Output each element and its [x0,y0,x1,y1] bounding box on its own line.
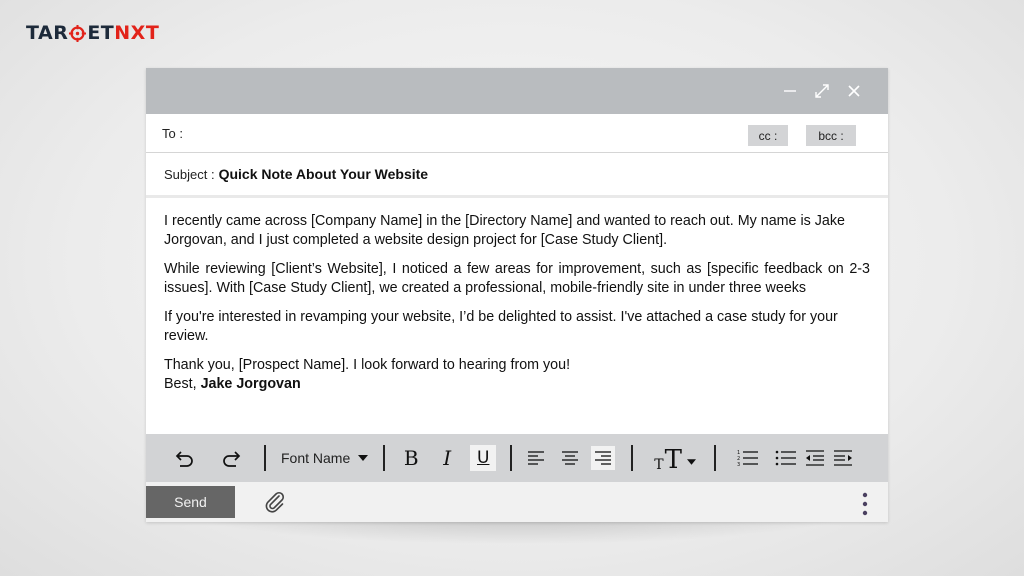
font-name-label: Font Name [281,450,351,466]
more-options-button[interactable] [862,492,868,516]
send-bar: Send [146,482,888,522]
align-center-button[interactable] [561,443,579,473]
body-paragraph-2: While reviewing [Client’s Website], I no… [164,261,870,296]
body-paragraph-1: I recently came across [Company Name] in… [164,213,845,248]
logo-text-part2: ET [87,22,115,44]
italic-button[interactable]: I [434,445,460,471]
minimize-icon [784,90,796,92]
send-button[interactable]: Send [146,486,235,518]
numbered-list-icon: 1 2 3 [737,450,758,467]
logo-text-part3: NXT [114,22,160,44]
caret-down-icon [686,459,696,465]
underline-button[interactable]: U [470,445,497,471]
toolbar-separator [631,445,634,471]
message-body[interactable]: I recently came across [Company Name] in… [146,198,888,444]
indent-increase-button[interactable] [833,443,853,473]
undo-icon [175,451,193,467]
align-right-icon [595,451,612,465]
email-compose-window: To : cc : bcc : Subject : Quick Note Abo… [146,68,888,522]
redo-icon [223,451,241,467]
align-center-icon [562,451,579,465]
signature: Jake Jorgovan [200,375,301,392]
body-paragraph-4: Thank you, [Prospect Name]. I look forwa… [164,357,571,373]
align-left-button[interactable] [527,443,545,473]
close-icon [848,85,860,97]
toolbar-separator [713,445,716,471]
paperclip-icon [265,491,285,513]
bulleted-list-icon [775,450,796,466]
subject-row[interactable]: Subject : Quick Note About Your Website [146,153,888,198]
more-vertical-icon [862,492,868,516]
text-size-icon-large: T [664,445,682,475]
body-paragraph-3: If you're interested in revamping your w… [164,309,838,344]
close-button[interactable] [844,81,864,101]
to-row[interactable]: To : cc : bcc : [146,114,888,153]
title-bar [146,68,888,114]
indent-increase-icon [833,450,852,466]
subject-value[interactable]: Quick Note About Your Website [219,166,429,182]
bulleted-list-button[interactable] [775,443,797,473]
indent-decrease-button[interactable] [805,443,825,473]
body-closing-line: Best, Jake Jorgovan [164,375,870,394]
cc-button[interactable]: cc : [748,125,788,146]
text-size-icon: T [654,457,664,473]
numbered-list-button[interactable]: 1 2 3 [737,443,759,473]
formatting-toolbar: Font Name B I U T T 1 2 3 [146,434,888,482]
closing-text: Best, [164,375,201,392]
text-size-button[interactable]: T T [654,443,696,473]
to-label: To : [162,125,183,141]
svg-text:3: 3 [737,462,740,467]
subject-label: Subject : [164,166,215,182]
logo-text-part1: TAR [26,22,69,44]
minimize-button[interactable] [780,81,800,101]
expand-icon [815,84,829,98]
maximize-button[interactable] [812,81,832,101]
attach-button[interactable] [263,490,287,514]
font-name-dropdown[interactable]: Font Name [281,450,369,466]
toolbar-separator [264,445,266,471]
redo-button[interactable] [220,443,244,473]
target-icon [69,24,87,42]
indent-decrease-icon [805,450,824,466]
bold-button[interactable]: B [398,445,424,471]
align-left-icon [528,451,545,465]
caret-down-icon [358,455,369,461]
toolbar-separator [383,445,386,471]
brand-logo: TAR ET NXT [26,22,159,44]
bcc-button[interactable]: bcc : [806,125,856,146]
toolbar-separator [510,445,513,471]
undo-button[interactable] [172,443,196,473]
align-right-button[interactable] [591,446,616,470]
